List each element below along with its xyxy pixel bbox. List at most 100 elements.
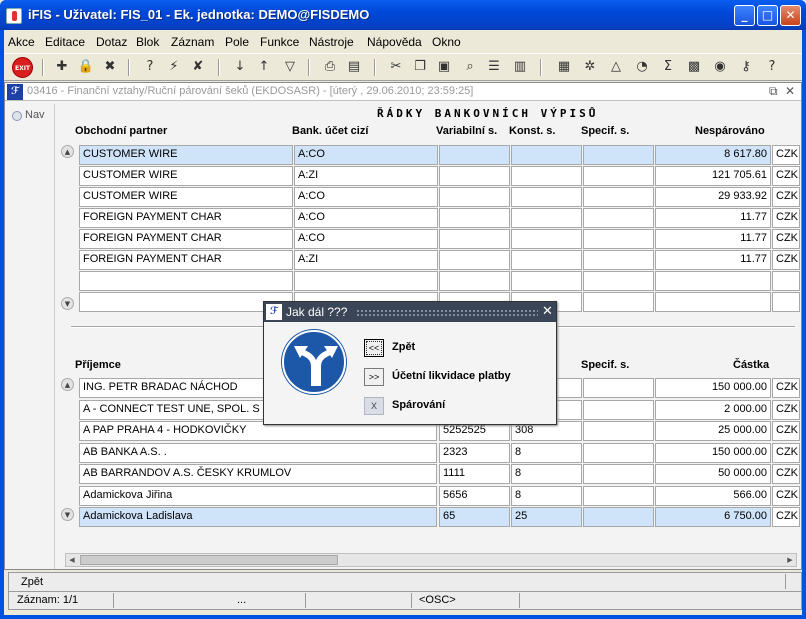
scrollbar-thumb[interactable] [80,555,338,565]
lower-cell-amount[interactable]: 2 000.00 [655,399,771,420]
lower-cell-amount[interactable]: 566.00 [655,485,771,506]
lower-cell-spec[interactable] [583,507,654,527]
upper-cell-var[interactable] [439,250,510,270]
upper-cell-konst[interactable] [511,166,582,186]
lower-cell-var[interactable]: 1111 [439,464,510,484]
lower-cell-cur[interactable]: CZK [772,485,800,506]
lower-cell-recipient[interactable]: AB BANKA A.S. . [79,442,437,463]
lower-cell-var[interactable]: 65 [439,507,510,527]
restore-form-icon[interactable]: ⧉ [769,84,778,99]
close-window-button[interactable]: ✕ [780,5,801,26]
upper-cell-cur[interactable]: CZK [772,250,800,270]
lower-cell-cur[interactable]: CZK [772,399,800,420]
export-icon[interactable]: ◉ [710,57,730,77]
scroll-left-icon[interactable]: ◀ [66,554,78,566]
upper-cell-account[interactable]: A:CO [294,208,438,228]
menu-pole[interactable]: Pole [225,35,249,49]
scroll-up-icon[interactable]: ▲ [61,145,74,158]
settings-icon[interactable]: ✲ [580,57,600,77]
lower-cell-cur[interactable]: CZK [772,442,800,463]
upper-cell-account[interactable]: A:CO [294,229,438,249]
upper-cell-amount[interactable] [655,292,771,312]
lower-cell-konst[interactable]: 25 [511,507,582,527]
upper-cell-var[interactable] [439,187,510,207]
upper-cell-partner[interactable]: CUSTOMER WIRE [79,166,293,186]
sort-desc-icon[interactable]: ↑ [254,57,274,77]
maximize-button[interactable]: □ [757,5,778,26]
upper-cell-spec[interactable] [583,292,654,312]
lower-cell-recipient[interactable]: Adamickova Jiřina [79,485,437,506]
upper-cell-spec[interactable] [583,166,654,186]
lower-cell-spec[interactable] [583,421,654,441]
upper-cell-var[interactable] [439,145,510,165]
upper-cell-amount[interactable]: 11.77 [655,229,771,249]
upper-cell-account[interactable] [294,271,438,291]
list-icon[interactable]: ☰ [484,57,504,77]
upper-cell-amount[interactable]: 11.77 [655,208,771,228]
upper-cell-partner[interactable]: FOREIGN PAYMENT CHAR [79,250,293,270]
upper-cell-account[interactable]: A:ZI [294,166,438,186]
upper-cell-var[interactable] [439,208,510,228]
menu-nastroje[interactable]: Nástroje [309,35,354,49]
menu-editace[interactable]: Editace [45,35,85,49]
menu-blok[interactable]: Blok [136,35,159,49]
menu-okno[interactable]: Okno [432,35,461,49]
sort-asc-icon[interactable]: ↓ [230,57,250,77]
cancel-query-icon[interactable]: ✘ [188,57,208,77]
back-button[interactable]: << [364,339,384,357]
lower-cell-cur[interactable]: CZK [772,378,800,398]
enter-query-icon[interactable]: ? [140,57,160,77]
upper-cell-account[interactable]: A:CO [294,187,438,207]
lower-cell-cur[interactable]: CZK [772,464,800,484]
nav-radio[interactable] [12,111,22,121]
upper-cell-cur[interactable] [772,271,800,291]
lower-cell-amount[interactable]: 50 000.00 [655,464,771,484]
upper-cell-cur[interactable]: CZK [772,229,800,249]
print-preview-icon[interactable]: ▤ [344,57,364,77]
help-icon[interactable]: ? [762,57,782,77]
lower-cell-konst[interactable]: 8 [511,485,582,506]
menu-akce[interactable]: Akce [8,35,35,49]
minimize-button[interactable]: _ [734,5,755,26]
matching-button[interactable]: X [364,397,384,415]
excel-icon[interactable]: ▩ [684,57,704,77]
scroll-right-icon[interactable]: ▶ [784,554,796,566]
lower-cell-amount[interactable]: 6 750.00 [655,507,771,527]
upper-cell-cur[interactable]: CZK [772,187,800,207]
scroll-down-icon[interactable]: ▼ [61,508,74,521]
lower-cell-spec[interactable] [583,485,654,506]
lower-cell-spec[interactable] [583,399,654,420]
upper-cell-amount[interactable]: 29 933.92 [655,187,771,207]
upper-cell-partner[interactable]: FOREIGN PAYMENT CHAR [79,208,293,228]
upper-cell-cur[interactable]: CZK [772,166,800,186]
upper-cell-spec[interactable] [583,145,654,165]
upper-cell-partner[interactable]: CUSTOMER WIRE [79,187,293,207]
paste-icon[interactable]: ▣ [434,57,454,77]
upper-cell-spec[interactable] [583,208,654,228]
upper-cell-var[interactable] [439,229,510,249]
upper-cell-cur[interactable]: CZK [772,208,800,228]
filter-icon[interactable]: ▽ [280,57,300,77]
horizontal-scrollbar[interactable]: ◀ ▶ [65,553,797,567]
lower-cell-var[interactable]: 2323 [439,442,510,463]
upper-cell-partner[interactable]: FOREIGN PAYMENT CHAR [79,229,293,249]
accounting-button[interactable]: >> [364,368,384,386]
delete-record-icon[interactable]: ✖ [100,57,120,77]
upper-cell-konst[interactable] [511,229,582,249]
menu-napoveda[interactable]: Nápověda [367,35,422,49]
lower-cell-amount[interactable]: 150 000.00 [655,378,771,398]
close-form-icon[interactable]: ✕ [785,84,795,98]
upper-cell-partner[interactable] [79,292,293,312]
lower-cell-spec[interactable] [583,378,654,398]
lower-cell-spec[interactable] [583,464,654,484]
upper-cell-konst[interactable] [511,250,582,270]
lower-cell-konst[interactable]: 8 [511,464,582,484]
navigation-icon[interactable]: △ [606,57,626,77]
cut-icon[interactable]: ✂ [386,57,406,77]
lower-cell-cur[interactable]: CZK [772,507,800,527]
upper-cell-konst[interactable] [511,145,582,165]
sum-icon[interactable]: Σ [658,57,678,77]
lower-cell-cur[interactable]: CZK [772,421,800,441]
copy-icon[interactable]: ❐ [410,57,430,77]
calculator-icon[interactable]: ▦ [554,57,574,77]
